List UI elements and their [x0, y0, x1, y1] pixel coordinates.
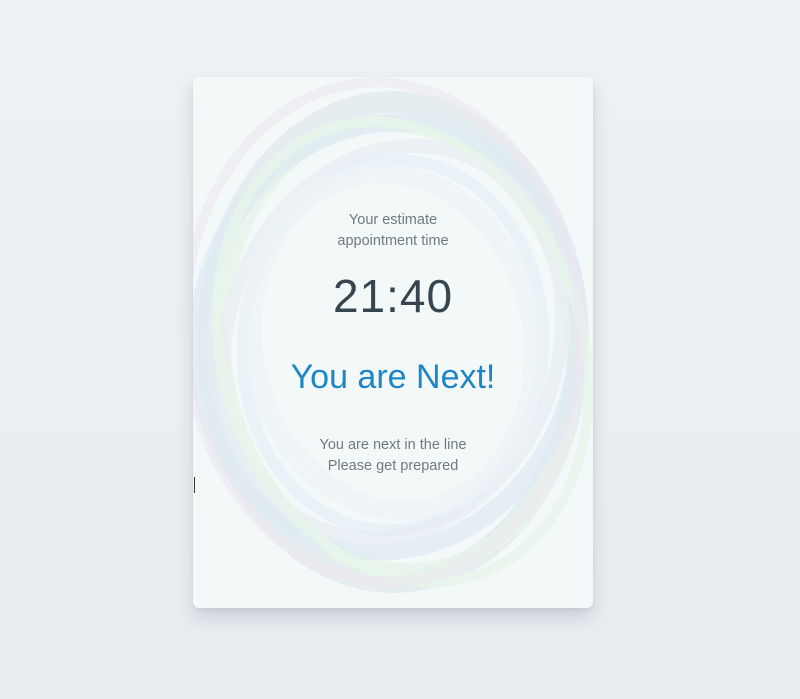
estimate-label-line2: appointment time — [337, 233, 449, 249]
estimate-label: Your estimate appointment time — [193, 210, 593, 252]
message-line2-wrap: Please get prepared — [193, 456, 593, 493]
appointment-time: 21:40 — [332, 270, 454, 322]
estimate-label-line1: Your estimate — [348, 212, 438, 228]
status-headline: You are Next! — [290, 358, 496, 396]
status-message: You are next in the line Please get prep… — [193, 435, 593, 493]
card-content: Your estimate appointment time 21:40 You… — [193, 77, 593, 608]
status-card: Your estimate appointment time 21:40 You… — [193, 77, 593, 608]
text-caret — [194, 477, 195, 493]
message-line1: You are next in the line — [319, 437, 467, 453]
message-line2: Please get prepared — [327, 458, 459, 474]
